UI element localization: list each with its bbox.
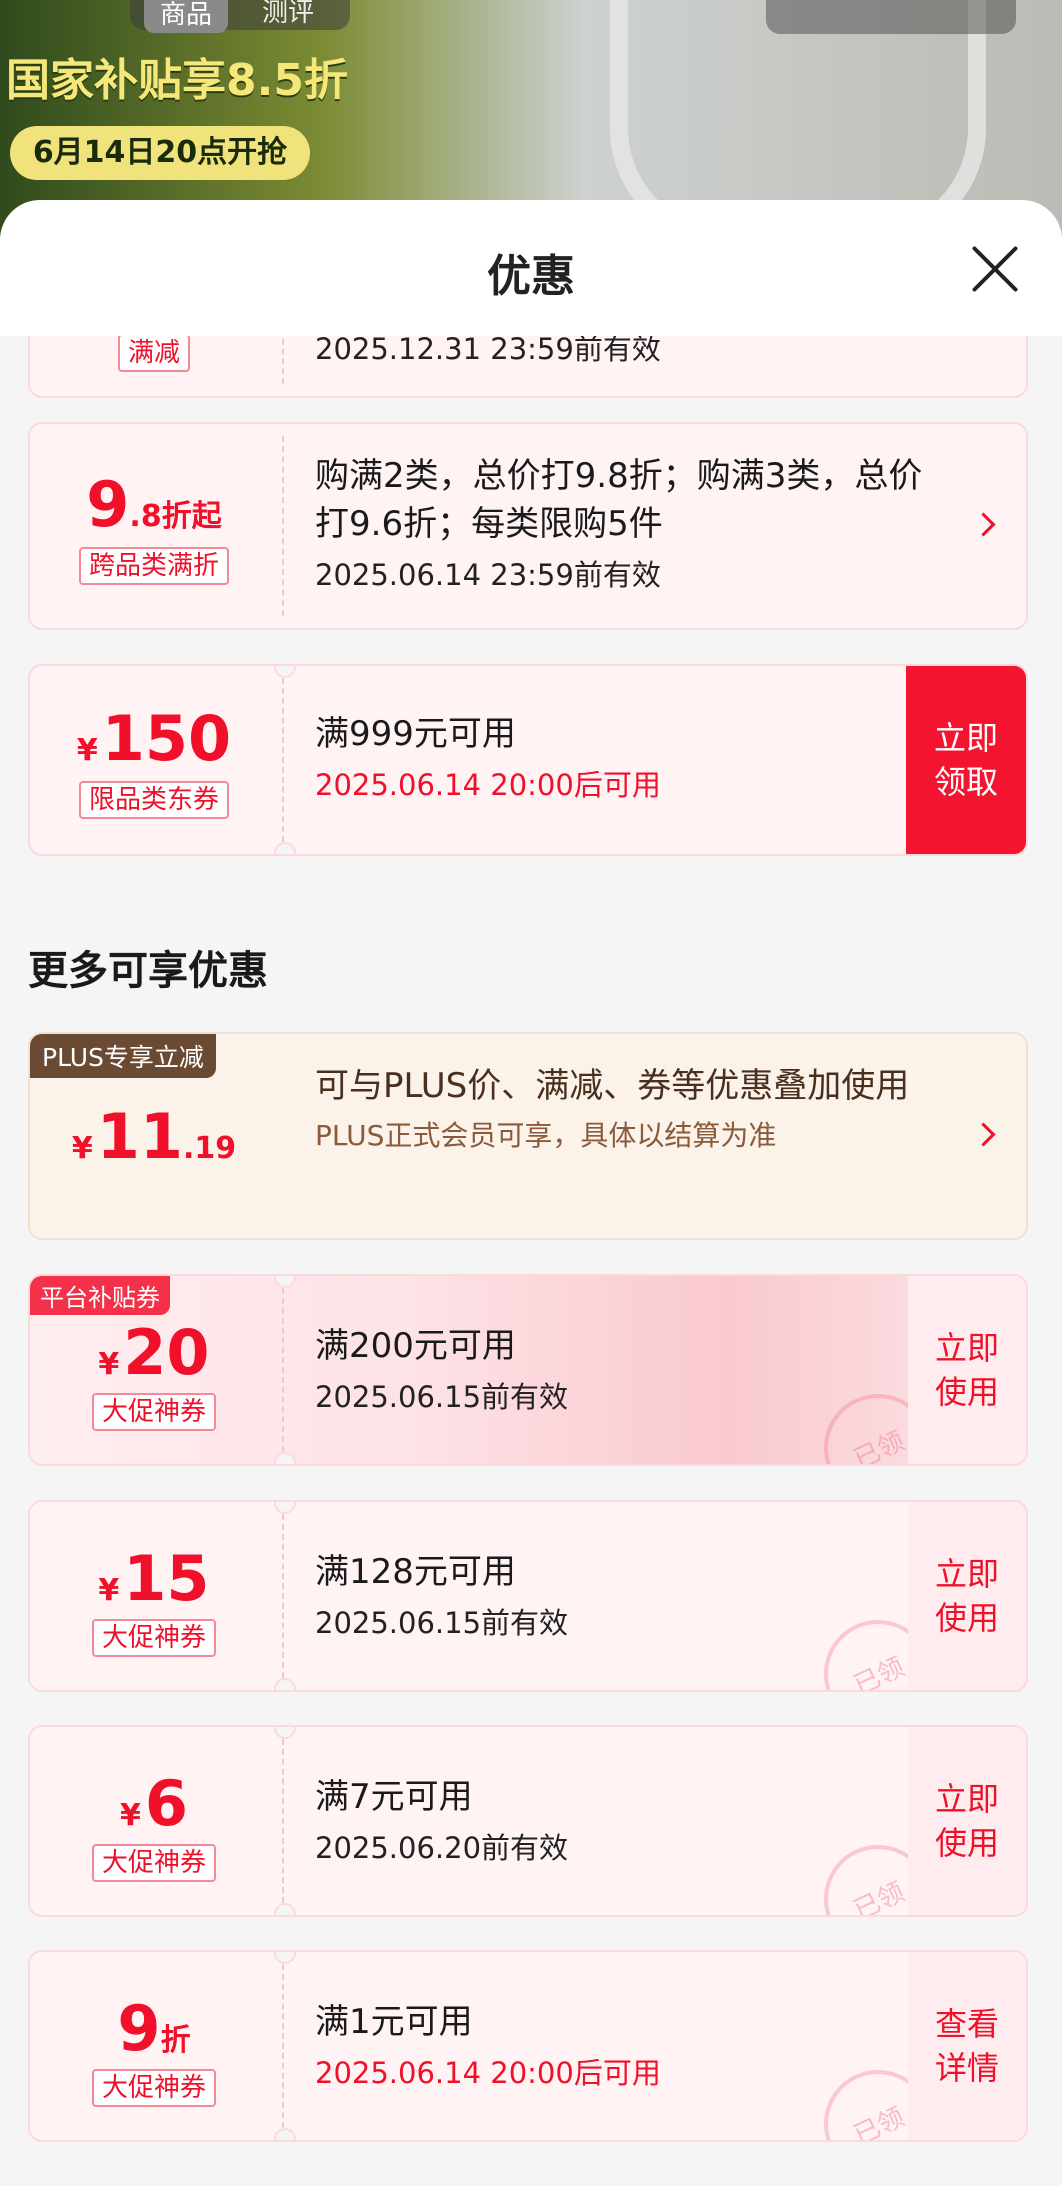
coupon-tag: 大促神券 [91,1619,216,1657]
coupon-tag: 大促神券 [91,1393,216,1431]
tab-product[interactable]: 商品 [144,0,229,33]
coupon-date: 2025.06.14 20:00后可用 [315,2056,661,2090]
use-button[interactable]: 立即使用 [908,1727,1026,1915]
coupon-condition: 满999元可用 [315,714,516,754]
sheet-header: 优惠 [0,200,1062,336]
coupon-amount: 9.8折起 [86,468,222,541]
claim-button[interactable]: 立即领取 [906,666,1026,854]
sheet-content: 满减 2025.12.31 23:59前有效 9.8折起 跨品类满折 购满2类，… [0,336,1062,2186]
coupon-card-9-discount[interactable]: 9折 大促神券 满1元可用 2025.06.14 20:00后可用 已领 查看详… [28,1950,1028,2142]
coupon-tag: 跨品类满折 [78,547,229,585]
plus-note: PLUS正式会员可享，具体以结算为准 [315,1119,777,1152]
coupon-condition: 满128元可用 [315,1552,516,1592]
coupon-card-partial[interactable]: 满减 2025.12.31 23:59前有效 [28,336,1028,398]
coupon-amount: ¥150 [76,702,232,775]
plus-amount: ¥11.19 [71,1100,237,1173]
coupon-date: 2025.06.15前有效 [315,1606,569,1640]
coupon-date: 2025.06.20前有效 [315,1831,569,1865]
coupon-amount: 9折 [117,1992,191,2065]
chevron-right-icon[interactable] [971,512,996,537]
close-icon[interactable] [970,244,1020,294]
use-button[interactable]: 立即使用 [908,1502,1026,1690]
platform-subsidy-badge: 平台补贴券 [30,1276,170,1315]
tab-review[interactable]: 测评 [262,0,314,29]
top-right-icons[interactable] [766,0,1016,34]
coupon-condition: 满1元可用 [315,2002,473,2042]
coupon-card-cross-category[interactable]: 9.8折起 跨品类满折 购满2类，总价打9.8折；购满3类，总价打9.6折；每类… [28,422,1028,630]
coupon-condition: 满7元可用 [315,1777,473,1817]
plus-condition: 可与PLUS价、满减、券等优惠叠加使用 [315,1066,910,1106]
coupon-card-20[interactable]: 平台补贴券 ¥20 大促神券 满200元可用 2025.06.15前有效 已领 … [28,1274,1028,1466]
plus-badge: PLUS专享立减 [30,1034,216,1078]
coupon-date: 2025.06.14 23:59前有效 [315,558,661,592]
coupon-card-15[interactable]: ¥15 大促神券 满128元可用 2025.06.15前有效 已领 立即使用 [28,1500,1028,1692]
sheet-title: 优惠 [487,251,575,302]
coupon-amount: ¥20 [98,1316,210,1389]
coupon-date: 2025.12.31 23:59前有效 [315,336,661,366]
coupon-date: 2025.06.15前有效 [315,1380,569,1414]
coupon-amount: ¥6 [119,1767,188,1840]
view-details-button[interactable]: 查看详情 [908,1952,1026,2140]
promo-date-pill: 6月14日20点开抢 [10,126,310,180]
section-title-more: 更多可享优惠 [28,948,268,994]
coupon-tag: 大促神券 [91,1844,216,1882]
discount-bottom-sheet: 优惠 满减 2025.12.31 23:59前有效 9.8折起 跨品类满折 购满… [0,200,1062,2186]
coupon-tag: 满减 [117,336,190,372]
coupon-date: 2025.06.14 20:00后可用 [315,768,661,802]
coupon-condition: 满200元可用 [315,1326,516,1366]
plus-discount-card[interactable]: PLUS专享立减 ¥11.19 可与PLUS价、满减、券等优惠叠加使用 PLUS… [28,1032,1028,1240]
coupon-card-6[interactable]: ¥6 大促神券 满7元可用 2025.06.20前有效 已领 立即使用 [28,1725,1028,1917]
coupon-condition: 购满2类，总价打9.8折；购满3类，总价打9.6折；每类限购5件 [315,456,923,544]
coupon-tag: 大促神券 [91,2069,216,2107]
coupon-tag: 限品类东券 [78,781,229,819]
chevron-right-icon[interactable] [971,1122,996,1147]
coupon-amount: ¥15 [98,1542,210,1615]
promo-headline: 国家补贴享8.5折 [6,55,348,106]
coupon-card-150[interactable]: ¥150 限品类东券 满999元可用 2025.06.14 20:00后可用 立… [28,664,1028,856]
use-button[interactable]: 立即使用 [908,1276,1026,1464]
